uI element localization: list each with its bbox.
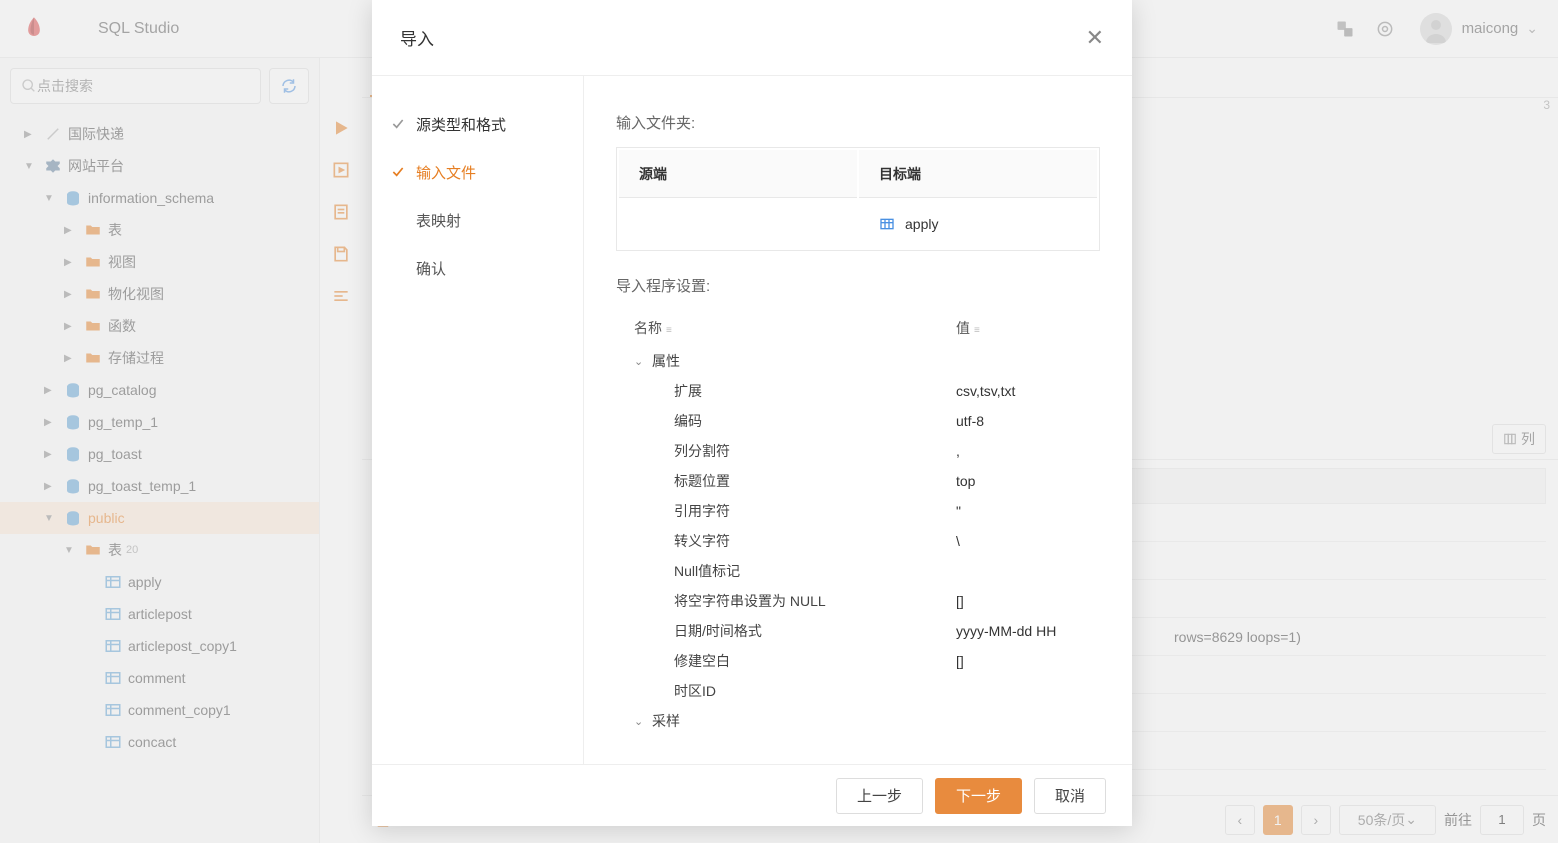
check-icon <box>390 164 406 180</box>
import-dialog: 导入 ✕ 源类型和格式输入文件表映射确认 输入文件夹: 源端 目标端 apply <box>372 0 1132 826</box>
sort-icon[interactable]: ≡ <box>974 325 980 336</box>
prev-button[interactable]: 上一步 <box>836 778 923 814</box>
settings-group-attr[interactable]: ⌄属性 <box>616 346 1100 376</box>
next-button[interactable]: 下一步 <box>935 778 1022 814</box>
source-target-table: 源端 目标端 apply <box>616 147 1100 251</box>
settings-row[interactable]: 时区ID <box>616 676 1100 706</box>
chevron-down-icon: ⌄ <box>634 715 652 728</box>
settings-row[interactable]: 转义字符\ <box>616 526 1100 556</box>
dialog-footer: 上一步 下一步 取消 <box>372 764 1132 826</box>
settings-table: 名称≡ 值≡ ⌄属性 扩展csv,tsv,txt编码utf-8列分割符,标题位置… <box>616 310 1100 736</box>
settings-row[interactable]: 编码utf-8 <box>616 406 1100 436</box>
settings-row[interactable]: 将空字符串设置为 NULL[] <box>616 586 1100 616</box>
wizard-step[interactable]: 确认 <box>372 244 583 292</box>
target-cell[interactable]: apply <box>859 200 1097 248</box>
wizard-step[interactable]: 源类型和格式 <box>372 100 583 148</box>
settings-row[interactable]: 引用字符" <box>616 496 1100 526</box>
table-icon <box>879 216 895 232</box>
wizard-step[interactable]: 表映射 <box>372 196 583 244</box>
settings-label: 导入程序设置: <box>616 275 1100 296</box>
dialog-title: 导入 <box>400 25 434 50</box>
dialog-content: 输入文件夹: 源端 目标端 apply 导入程序设置: <box>584 76 1132 764</box>
input-folder-label: 输入文件夹: <box>616 112 1100 133</box>
close-icon[interactable]: ✕ <box>1086 25 1104 51</box>
settings-row[interactable]: 标题位置top <box>616 466 1100 496</box>
chevron-down-icon: ⌄ <box>634 355 652 368</box>
settings-row[interactable]: Null值标记 <box>616 556 1100 586</box>
dialog-header: 导入 ✕ <box>372 0 1132 76</box>
cancel-button[interactable]: 取消 <box>1034 778 1106 814</box>
target-header: 目标端 <box>859 150 1097 198</box>
source-header: 源端 <box>619 150 857 198</box>
check-icon <box>390 116 406 132</box>
settings-row[interactable]: 日期/时间格式yyyy-MM-dd HH <box>616 616 1100 646</box>
settings-row[interactable]: 列分割符, <box>616 436 1100 466</box>
settings-group-sample[interactable]: ⌄采样 <box>616 706 1100 736</box>
wizard-step[interactable]: 输入文件 <box>372 148 583 196</box>
wizard-steps: 源类型和格式输入文件表映射确认 <box>372 76 584 764</box>
sort-icon[interactable]: ≡ <box>666 325 672 336</box>
source-cell[interactable] <box>619 200 857 248</box>
settings-row[interactable]: 扩展csv,tsv,txt <box>616 376 1100 406</box>
settings-row[interactable]: 修建空白[] <box>616 646 1100 676</box>
